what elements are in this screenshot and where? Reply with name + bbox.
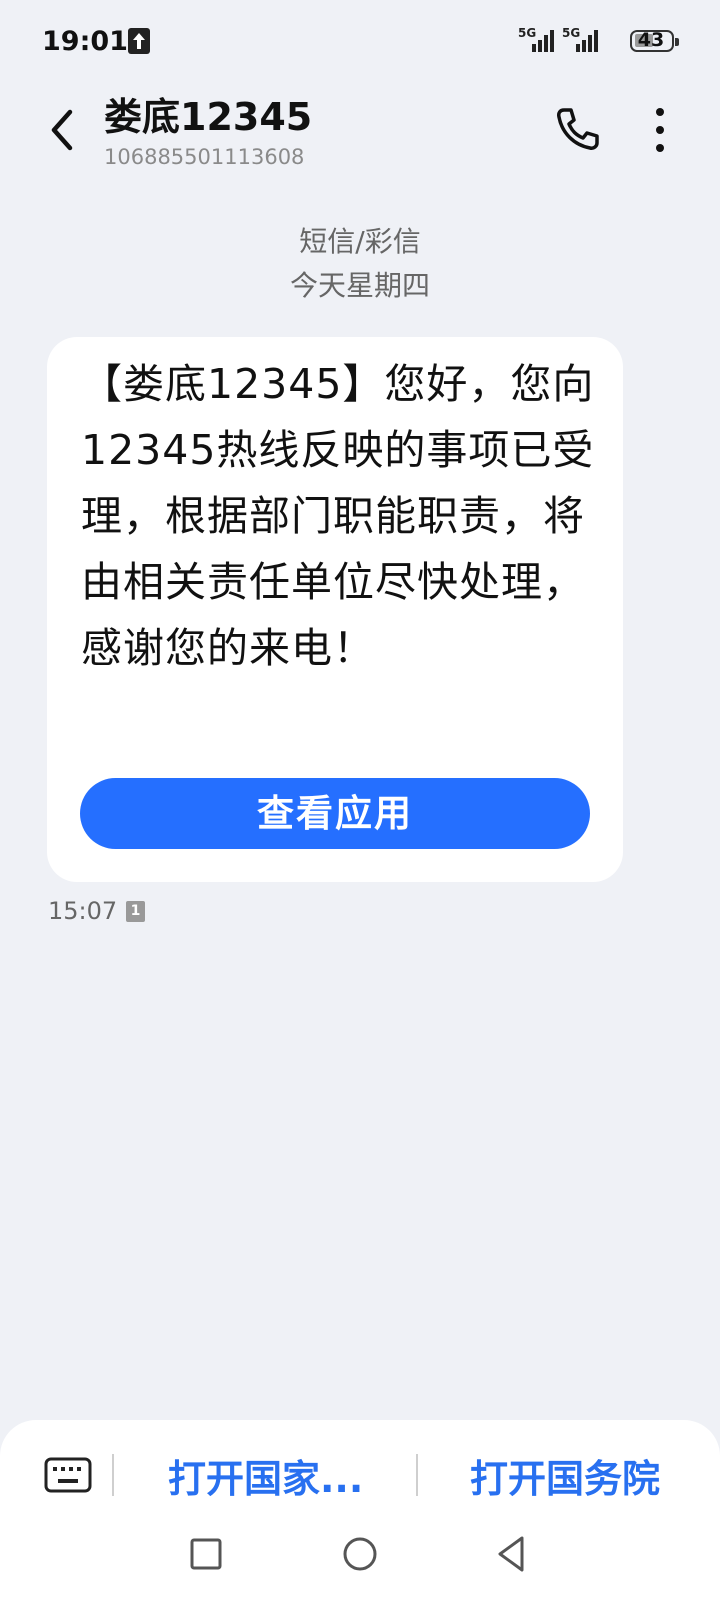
view-app-button[interactable]: 查看应用 [80, 778, 590, 849]
message-type-label: 短信/彩信 [299, 225, 421, 258]
sms-conversation-screen: 19:01 5G 5G 43 娄底12345 106885501113608 短… [0, 0, 720, 1610]
phone-icon[interactable] [552, 104, 602, 154]
up-arrow-icon [128, 28, 150, 54]
quick-reply-button[interactable]: 打开国务院 [470, 1448, 660, 1503]
home-icon[interactable] [338, 1532, 382, 1576]
date-separator: 今天星期四 [289, 269, 430, 302]
signal-icon: 5G [562, 24, 604, 54]
sim-icon: 1 [126, 901, 145, 922]
status-time: 19:01 [42, 26, 128, 57]
divider [112, 1454, 114, 1496]
battery-icon: 43 [630, 29, 679, 52]
back-nav-icon[interactable] [490, 1532, 534, 1576]
message-timestamp: 15:07 [48, 897, 118, 925]
message-text: 【娄底12345】您好，您向12345热线反映的事项已受理，根据部门职能职责，将… [81, 360, 595, 672]
divider [416, 1454, 418, 1496]
back-icon[interactable] [40, 102, 88, 158]
quick-reply-button[interactable]: 打开国家... [168, 1448, 363, 1503]
contact-number: 106885501113608 [104, 145, 305, 169]
more-vertical-icon[interactable] [640, 104, 680, 156]
contact-name: 娄底12345 [104, 95, 313, 139]
signal-icon: 5G [518, 24, 560, 54]
battery-level: 43 [637, 29, 665, 51]
message-bubble[interactable]: 【娄底12345】您好，您向12345热线反映的事项已受理，根据部门职能职责，将… [47, 337, 623, 882]
recents-icon[interactable] [184, 1532, 228, 1576]
status-bar: 19:01 5G 5G 43 [0, 0, 720, 80]
bottom-panel: 打开国家... 打开国务院 [0, 1420, 720, 1610]
keyboard-icon[interactable] [44, 1456, 92, 1496]
